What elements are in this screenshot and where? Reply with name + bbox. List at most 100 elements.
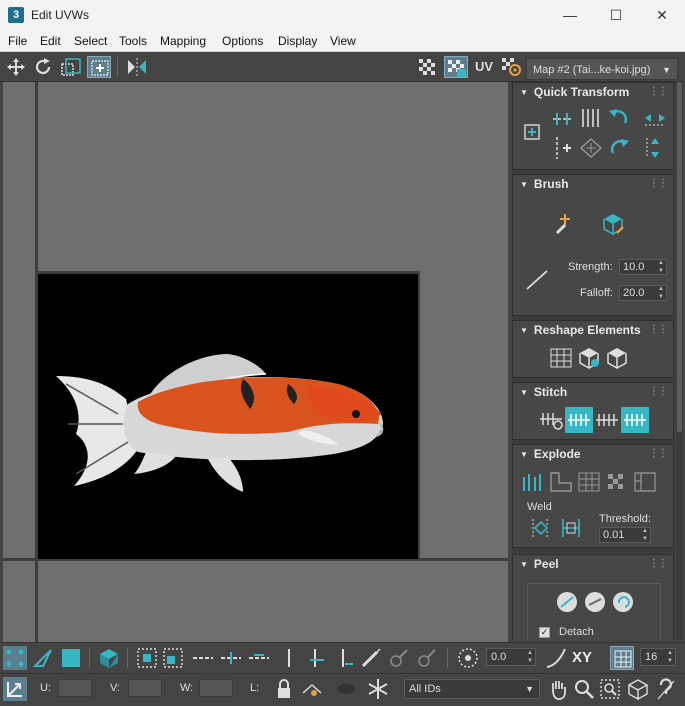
freeform-tool-button[interactable] xyxy=(87,56,111,78)
u-coordinate-field[interactable] xyxy=(58,679,92,697)
relax-brush-button[interactable] xyxy=(599,211,627,237)
detach-checkbox[interactable]: ✓ xyxy=(539,627,550,638)
uv-mode-button[interactable]: UV xyxy=(472,56,496,78)
soft-selection-button[interactable] xyxy=(456,646,480,670)
rollout-header-brush[interactable]: ▼ Brush ⋮⋮ xyxy=(513,175,673,193)
minimize-button[interactable]: — xyxy=(547,0,593,30)
stitch-custom-button[interactable] xyxy=(537,407,565,433)
pan-button[interactable] xyxy=(546,677,570,701)
lock-selection-button[interactable] xyxy=(272,677,296,701)
menu-mapping[interactable]: Mapping xyxy=(160,34,206,48)
v-coordinate-field[interactable] xyxy=(128,679,162,697)
options-settings-button[interactable] xyxy=(500,56,524,78)
shrink-selection-button[interactable] xyxy=(161,646,185,670)
map-dropdown[interactable]: Map #2 (Tai...ke-koi.jpg) ▼ xyxy=(526,58,678,80)
reset-peel-button[interactable] xyxy=(609,589,637,615)
menu-select[interactable]: Select xyxy=(74,34,107,48)
align-to-edge-button[interactable] xyxy=(549,135,577,161)
rotate-ccw-button[interactable] xyxy=(605,105,633,131)
detach-edge-button[interactable] xyxy=(547,469,575,495)
align-vertical-button[interactable] xyxy=(577,105,605,131)
rollout-header-peel[interactable]: ▼ Peel ⋮⋮ xyxy=(513,555,673,573)
falloff-curve-button[interactable] xyxy=(544,646,568,670)
strength-spinner[interactable]: 10.0 ▲ ▼ xyxy=(619,259,667,275)
loop-select-button[interactable] xyxy=(191,646,215,670)
menu-options[interactable]: Options xyxy=(222,34,263,48)
rollout-header-explode[interactable]: ▼ Explode ⋮⋮ xyxy=(513,445,673,463)
straighten-button[interactable] xyxy=(577,135,605,161)
paint-move-button[interactable] xyxy=(551,211,579,237)
stitch-average-button[interactable] xyxy=(593,407,621,433)
menu-view[interactable]: View xyxy=(330,34,356,48)
grow-selection-button[interactable] xyxy=(135,646,159,670)
zoom-button[interactable] xyxy=(572,677,596,701)
show-map-button[interactable] xyxy=(444,56,468,78)
ring-select-button[interactable] xyxy=(277,646,301,670)
ring-shrink-button[interactable] xyxy=(333,646,357,670)
weld-target-button[interactable] xyxy=(557,515,585,541)
vertex-select-button[interactable] xyxy=(3,646,27,670)
absolute-offset-toggle[interactable] xyxy=(3,677,27,701)
flatten-by-material-button[interactable] xyxy=(631,469,659,495)
break-button[interactable] xyxy=(519,469,547,495)
paint-grow-button[interactable] xyxy=(387,646,411,670)
zoom-extents-button[interactable] xyxy=(626,677,650,701)
paint-select-button[interactable] xyxy=(359,646,383,670)
stitch-to-source-button[interactable] xyxy=(621,407,649,433)
set-pivot-button[interactable] xyxy=(519,119,547,145)
loop-shrink-button[interactable] xyxy=(247,646,271,670)
rotation-angle-field[interactable]: 0.0 ▲ ▼ xyxy=(486,648,536,666)
flatten-by-smoothing-button[interactable] xyxy=(603,469,631,495)
w-coordinate-field[interactable] xyxy=(199,679,233,697)
edge-select-button[interactable] xyxy=(31,646,55,670)
menu-tools[interactable]: Tools xyxy=(119,34,147,48)
rotate-cw-button[interactable] xyxy=(605,135,633,161)
ring-grow-button[interactable] xyxy=(305,646,329,670)
straighten-selection-button[interactable] xyxy=(547,345,575,371)
polygon-select-button[interactable] xyxy=(59,646,83,670)
move-tool-button[interactable] xyxy=(4,56,28,78)
brush-falloff-button[interactable] xyxy=(523,267,551,297)
menu-edit[interactable]: Edit xyxy=(40,34,61,48)
zoom-region-button[interactable] xyxy=(598,677,622,701)
align-horizontal-button[interactable] xyxy=(549,105,577,131)
rollout-header-quick-transform[interactable]: ▼ Quick Transform ⋮⋮ xyxy=(513,83,673,101)
mirror-tool-button[interactable] xyxy=(125,56,149,78)
freeze-selection-button[interactable] xyxy=(366,677,390,701)
rotate-tool-button[interactable] xyxy=(31,56,55,78)
grid-snap-button[interactable] xyxy=(610,646,634,670)
scrollbar-thumb[interactable] xyxy=(677,82,682,432)
loop-grow-button[interactable] xyxy=(219,646,243,670)
rollout-header-stitch[interactable]: ▼ Stitch ⋮⋮ xyxy=(513,383,673,401)
peel-mode-button[interactable] xyxy=(581,589,609,615)
menu-file[interactable]: File xyxy=(8,34,27,48)
paint-shrink-button[interactable] xyxy=(415,646,439,670)
stitch-to-target-button[interactable] xyxy=(565,407,593,433)
close-button[interactable]: ✕ xyxy=(639,0,685,30)
hide-selection-button[interactable] xyxy=(300,677,324,701)
falloff-spinner[interactable]: 20.0 ▲ ▼ xyxy=(619,285,667,301)
flip-vertical-button[interactable] xyxy=(641,135,669,161)
uv-editor-viewport[interactable] xyxy=(3,82,508,642)
element-select-button[interactable] xyxy=(97,646,121,670)
flatten-checker-icon xyxy=(608,474,623,489)
help-button[interactable] xyxy=(654,677,678,701)
quick-peel-button[interactable] xyxy=(553,589,581,615)
threshold-spinner[interactable]: 0.01 ▲ ▼ xyxy=(599,527,651,543)
scale-tool-button[interactable] xyxy=(59,56,83,78)
relax-settings-button[interactable] xyxy=(603,345,631,371)
weld-selected-button[interactable] xyxy=(527,515,555,541)
material-id-dropdown[interactable]: All IDs ▼ xyxy=(404,679,540,699)
grid-size-field[interactable]: 16 ▲ ▼ xyxy=(640,648,676,666)
relax-button[interactable] xyxy=(575,345,603,371)
panel-scrollbar[interactable] xyxy=(676,82,683,640)
flip-horizontal-button[interactable] xyxy=(641,105,669,131)
flatten-by-polygon-button[interactable] xyxy=(575,469,603,495)
grip-icon: ⋮⋮ xyxy=(649,558,668,569)
menu-display[interactable]: Display xyxy=(278,34,317,48)
maximize-button[interactable]: ☐ xyxy=(593,0,639,30)
show-hidden-button[interactable] xyxy=(334,677,358,701)
xy-space-button[interactable]: XY xyxy=(572,646,602,670)
checker-pattern-button[interactable] xyxy=(416,56,440,78)
rollout-header-reshape[interactable]: ▼ Reshape Elements ⋮⋮ xyxy=(513,321,673,339)
